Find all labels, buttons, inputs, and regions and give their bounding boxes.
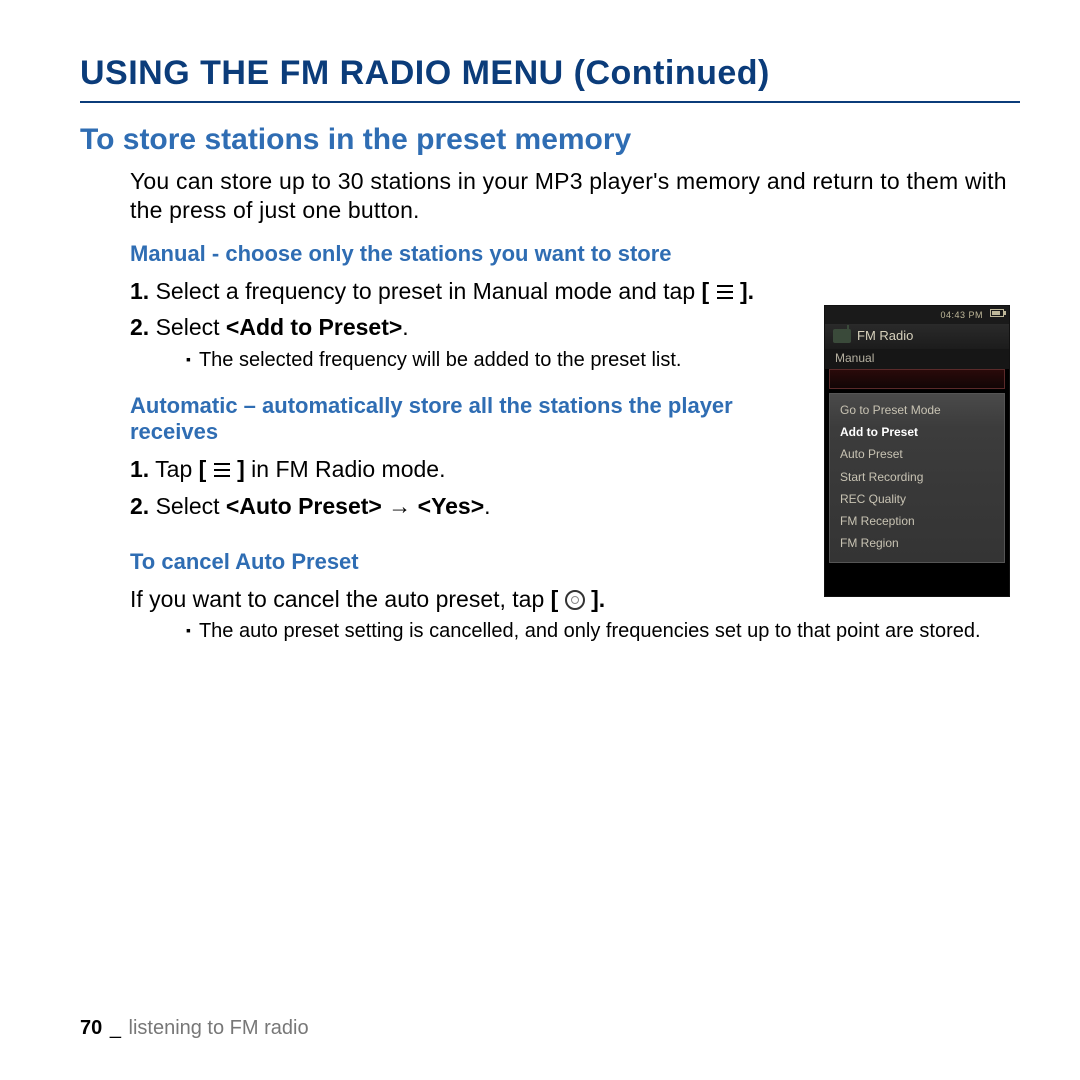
- step-text: Select a frequency to preset in Manual m…: [156, 278, 702, 304]
- device-menu-item: REC Quality: [830, 488, 1004, 510]
- step-text: .: [402, 314, 408, 340]
- battery-icon: [990, 309, 1004, 317]
- page-number: 70: [80, 1017, 102, 1039]
- device-tuner-strip: [829, 369, 1005, 389]
- device-menu-item: Start Recording: [830, 466, 1004, 488]
- device-menu-item: FM Region: [830, 532, 1004, 554]
- sub-heading-manual: Manual - choose only the stations you wa…: [130, 241, 1020, 267]
- step-bold: <Auto Preset>: [226, 493, 382, 519]
- device-menu-item: Go to Preset Mode: [830, 399, 1004, 421]
- bracket-close: ].: [591, 586, 605, 612]
- manual-bullet: The selected frequency will be added to …: [182, 348, 780, 373]
- step-bold: <Add to Preset>: [226, 314, 402, 340]
- step-text: Tap: [155, 456, 198, 482]
- device-title: FM Radio: [857, 328, 913, 343]
- manual-step-1: 1. Select a frequency to preset in Manua…: [130, 277, 780, 306]
- menu-icon: [213, 462, 231, 478]
- page-footer: 70 _ listening to FM radio: [80, 1017, 309, 1040]
- device-screenshot: 04:43 PM FM Radio Manual Go to Preset Mo…: [824, 305, 1010, 597]
- step-number: 2.: [130, 314, 149, 340]
- step-number: 2.: [130, 493, 149, 519]
- section-heading-preset: To store stations in the preset memory: [80, 123, 1020, 157]
- bracket-open: [: [551, 586, 559, 612]
- arrow-text: →: [382, 493, 418, 519]
- device-statusbar: 04:43 PM: [825, 306, 1009, 324]
- device-menu: Go to Preset ModeAdd to PresetAuto Prese…: [829, 393, 1005, 563]
- device-menu-item: Auto Preset: [830, 443, 1004, 465]
- bracket-open: [: [199, 456, 207, 482]
- step-number: 1.: [130, 278, 149, 304]
- step-text: in FM Radio mode.: [251, 456, 445, 482]
- step-bold: <Yes>: [418, 493, 485, 519]
- device-titlebar: FM Radio: [825, 324, 1009, 349]
- auto-step-1: 1. Tap [ ] in FM Radio mode.: [130, 455, 780, 484]
- footer-separator: _: [110, 1017, 121, 1039]
- footer-chapter: listening to FM radio: [129, 1017, 309, 1039]
- device-menu-item: FM Reception: [830, 510, 1004, 532]
- sub-heading-automatic: Automatic – automatically store all the …: [130, 393, 760, 445]
- bracket-close: ]: [237, 456, 245, 482]
- bracket-open: [: [702, 278, 710, 304]
- status-time: 04:43 PM: [940, 310, 983, 320]
- step-text: Select: [156, 493, 226, 519]
- circle-icon: [565, 590, 585, 610]
- manual-step-2: 2. Select <Add to Preset>.: [130, 313, 780, 342]
- auto-step-2: 2. Select <Auto Preset> → <Yes>.: [130, 492, 780, 521]
- device-mode: Manual: [825, 349, 1009, 369]
- step-text: If you want to cancel the auto preset, t…: [130, 586, 551, 612]
- device-menu-item: Add to Preset: [830, 421, 1004, 443]
- cancel-bullet: The auto preset setting is cancelled, an…: [182, 619, 1020, 644]
- step-text: Select: [156, 314, 226, 340]
- radio-icon: [833, 329, 851, 343]
- bracket-close: ].: [740, 278, 754, 304]
- step-number: 1.: [130, 456, 149, 482]
- intro-text: You can store up to 30 stations in your …: [130, 167, 1020, 225]
- step-text: .: [484, 493, 490, 519]
- page-title: USING THE FM RADIO MENU (Continued): [80, 54, 1020, 103]
- menu-icon: [716, 284, 734, 300]
